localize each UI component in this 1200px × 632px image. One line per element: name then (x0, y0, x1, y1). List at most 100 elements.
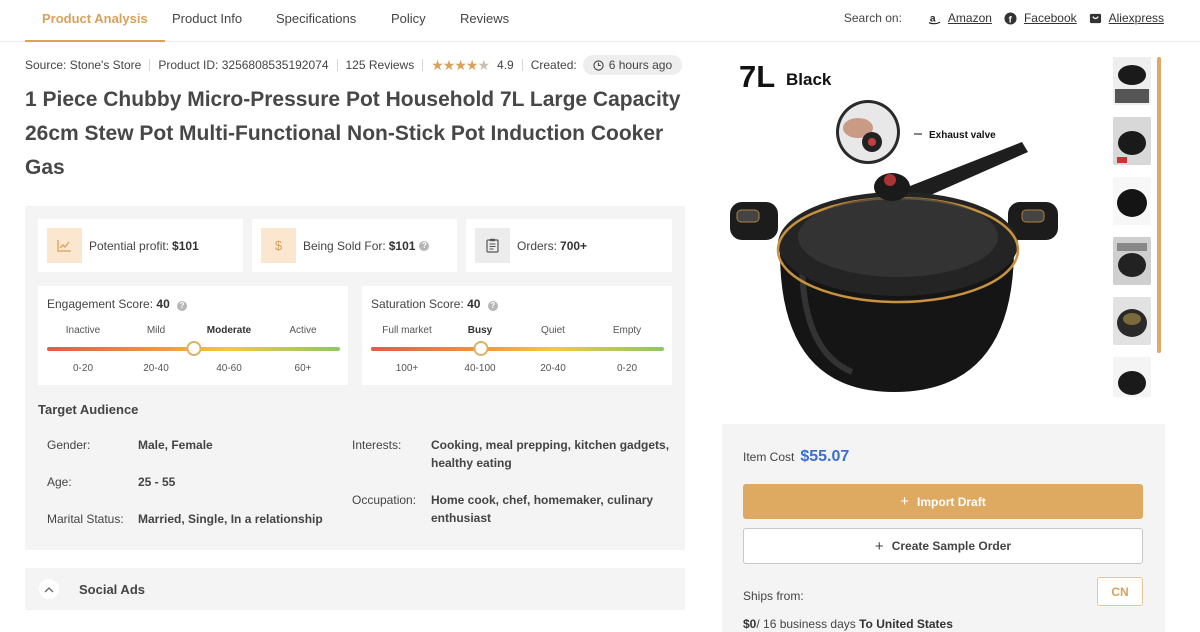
search-on-links: Search on: a Amazon f Facebook Aliexpres… (844, 11, 1164, 25)
import-draft-button[interactable]: + Import Draft (743, 484, 1143, 519)
scrollbar-thumb[interactable] (1157, 57, 1161, 353)
aliexpress-link[interactable]: Aliexpress (1089, 11, 1164, 25)
orders-card: Orders: 700+ (466, 219, 672, 272)
thumbnail[interactable] (1113, 177, 1151, 225)
amazon-link-label: Amazon (947, 11, 992, 25)
saturation-score-knob (473, 341, 489, 356)
thumbnail[interactable] (1113, 57, 1151, 105)
chevron-up-icon[interactable] (39, 579, 59, 599)
occupation-value: Home cook, chef, homemaker, culinary ent… (431, 493, 654, 525)
social-ads-section[interactable]: Social Ads (25, 568, 685, 610)
profit-value: $101 (172, 238, 199, 253)
thumbnail[interactable] (1113, 117, 1151, 165)
thumbnail[interactable] (1113, 297, 1151, 345)
amazon-icon: a (928, 13, 941, 24)
saturation-level-label: Empty (612, 325, 642, 336)
tab-reviews[interactable]: Reviews (460, 11, 509, 42)
engagement-score-value: 40 (156, 297, 170, 311)
thumbnail-strip (1113, 57, 1153, 409)
tab-specifications[interactable]: Specifications (276, 11, 356, 42)
saturation-title-label: Saturation Score: (371, 297, 464, 311)
facebook-link-label: Facebook (1023, 11, 1077, 25)
review-count[interactable]: 125 Reviews (346, 58, 415, 72)
saturation-level-label: Quiet (541, 325, 565, 336)
thumbnail-scrollbar[interactable] (1157, 57, 1161, 353)
gender-value: Male, Female (138, 438, 213, 452)
sold-for-label: Being Sold For: (303, 238, 386, 253)
engagement-range-label: 20-40 (143, 363, 169, 374)
social-ads-label: Social Ads (79, 581, 145, 597)
product-main-image[interactable]: 7L Black Exhaust valve (722, 52, 1102, 404)
color-label: Black (786, 70, 832, 89)
engagement-title: Engagement Score: 40 ? (47, 297, 188, 311)
star-icon: ★ (442, 56, 456, 73)
shipping-destination: To United States (859, 617, 953, 631)
saturation-range-label: 0-20 (616, 363, 638, 374)
rating-stars: ★ ★ ★ ★ ★ (431, 56, 490, 74)
facebook-link[interactable]: f Facebook (1004, 11, 1077, 25)
search-on-label: Search on: (843, 11, 902, 25)
divider (336, 59, 338, 71)
help-icon[interactable]: ? (487, 301, 498, 311)
sold-for-card: $ Being Sold For: $101 ? (252, 219, 457, 272)
plus-icon: + (874, 537, 884, 555)
dollar-icon: $ (261, 228, 296, 263)
saturation-range-label: 20-40 (540, 363, 566, 374)
item-cost-label: Item Cost (743, 450, 795, 464)
source-store[interactable]: Source: Stone's Store (25, 58, 141, 72)
product-title: 1 Piece Chubby Micro-Pressure Pot Househ… (25, 88, 681, 179)
created-value: 6 hours ago (608, 58, 673, 72)
help-icon[interactable]: ? (419, 240, 430, 251)
pot-illustration: 7L Black Exhaust valve (730, 59, 1058, 392)
star-half-icon: ★ (477, 56, 490, 73)
clock-icon (593, 59, 604, 71)
chart-icon (47, 228, 82, 263)
star-icon: ★ (465, 56, 479, 73)
engagement-level-label: Active (289, 325, 317, 336)
engagement-level-label: Moderate (206, 325, 252, 336)
aliexpress-icon (1089, 13, 1101, 23)
divider (149, 59, 151, 71)
divider (521, 59, 523, 71)
target-audience-title: Target Audience (38, 402, 139, 417)
tab-product-analysis[interactable]: Product Analysis (25, 11, 165, 42)
help-icon[interactable]: ? (177, 301, 188, 311)
shipping-info: $0/ 16 business days To United States (743, 617, 953, 631)
thumbnail[interactable] (1113, 237, 1151, 285)
pricing-panel: Item Cost $55.07 + Import Draft + Create… (722, 424, 1165, 632)
ships-from-label: Ships from: (743, 589, 804, 603)
gender-label: Gender: (47, 438, 91, 452)
thumbnail[interactable] (1113, 357, 1151, 397)
item-cost: Item Cost $55.07 (743, 448, 849, 466)
exhaust-valve-callout: Exhaust valve (929, 130, 996, 141)
engagement-score-knob (186, 341, 201, 356)
create-sample-order-button[interactable]: + Create Sample Order (743, 528, 1143, 564)
interests-label: Interests: (352, 438, 402, 452)
age-value: 25 - 55 (138, 475, 176, 489)
size-label: 7L (739, 59, 775, 94)
divider (422, 59, 424, 71)
engagement-range-label: 40-60 (216, 363, 242, 374)
item-cost-value: $55.07 (800, 448, 850, 465)
facebook-icon: f (1004, 11, 1017, 24)
clipboard-icon (475, 228, 510, 263)
engagement-level-label: Mild (146, 325, 166, 336)
product-id: Product ID: 3256808535192074 (158, 58, 329, 72)
engagement-score-card: Engagement Score: 40 ? Inactive Mild Mod… (38, 286, 348, 385)
saturation-range-label: 40-100 (464, 363, 496, 374)
sold-for-value: $101 (388, 238, 416, 253)
analysis-panel: Potential profit: $101 $ Being Sold For:… (25, 206, 685, 550)
aliexpress-link-label: Aliexpress (1108, 11, 1164, 25)
saturation-level-label: Busy (467, 325, 493, 336)
engagement-title-label: Engagement Score: (47, 297, 154, 311)
marital-status-label: Marital Status: (47, 512, 124, 526)
shipping-cost: $0 (743, 617, 757, 631)
top-nav: Product Analysis Product Info Specificat… (0, 0, 1200, 42)
saturation-level-label: Full market (382, 325, 432, 336)
amazon-link[interactable]: a Amazon (928, 11, 992, 25)
ships-from-country[interactable]: CN (1097, 577, 1143, 606)
tab-product-info[interactable]: Product Info (172, 11, 242, 42)
product-meta-row: Source: Stone's Store Product ID: 325680… (25, 55, 683, 75)
age-label: Age: (47, 475, 72, 489)
tab-policy[interactable]: Policy (391, 11, 426, 42)
